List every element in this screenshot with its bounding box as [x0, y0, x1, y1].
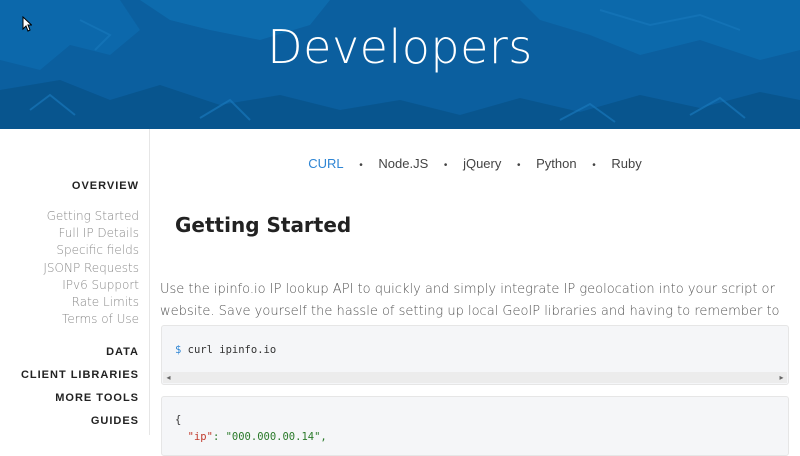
code-block-response[interactable]: { "ip": "000.000.00.14",: [161, 396, 789, 456]
code-line: "ip": "000.000.00.14",: [175, 431, 327, 443]
curl-command: curl ipinfo.io: [187, 344, 277, 356]
scroll-right-icon[interactable]: ▸: [776, 372, 787, 383]
code-block-curl[interactable]: $ curl ipinfo.io ◂ ▸: [161, 325, 789, 385]
scroll-left-icon[interactable]: ◂: [163, 372, 174, 383]
sidebar-overview-links: Getting Started Full IP Details Specific…: [43, 208, 139, 328]
tab-separator: •: [516, 160, 521, 171]
json-key: "ip": [187, 431, 213, 443]
tab-jquery[interactable]: jQuery: [463, 156, 501, 171]
json-value: : "000.000.00.14",: [212, 431, 327, 443]
tab-curl[interactable]: CURL: [308, 156, 343, 171]
sidebar-link-full-ip-details[interactable]: Full IP Details: [43, 225, 139, 242]
tab-ruby[interactable]: Ruby: [611, 156, 641, 171]
sidebar-item-overview[interactable]: OVERVIEW: [72, 180, 139, 192]
sidebar-link-terms-of-use[interactable]: Terms of Use: [43, 311, 139, 328]
sidebar-link-ipv6-support[interactable]: IPv6 Support: [43, 277, 139, 294]
code-line: {: [175, 414, 182, 426]
sidebar-link-rate-limits[interactable]: Rate Limits: [43, 294, 139, 311]
sidebar-item-data[interactable]: DATA: [106, 346, 139, 358]
horizontal-scrollbar[interactable]: ◂ ▸: [163, 372, 787, 383]
mouse-cursor-icon: [22, 16, 32, 32]
sidebar-item-more-tools[interactable]: MORE TOOLS: [55, 392, 139, 404]
shell-prompt: $: [175, 344, 182, 356]
sidebar-item-guides[interactable]: GUIDES: [91, 415, 139, 427]
section-heading: Getting Started: [175, 213, 352, 237]
tab-separator: •: [443, 160, 448, 171]
code-line: $ curl ipinfo.io: [175, 344, 276, 356]
sidebar-link-getting-started[interactable]: Getting Started: [43, 208, 139, 225]
main-content: CURL • Node.JS • jQuery • Python • Ruby …: [150, 129, 800, 456]
sidebar: OVERVIEW Getting Started Full IP Details…: [0, 129, 150, 435]
page-title: Developers: [267, 20, 533, 74]
sidebar-link-specific-fields[interactable]: Specific fields: [43, 242, 139, 259]
hero-banner: Developers: [0, 0, 800, 129]
tab-nodejs[interactable]: Node.JS: [378, 156, 428, 171]
tab-separator: •: [592, 160, 596, 171]
tab-python[interactable]: Python: [536, 156, 576, 171]
sidebar-item-client-libraries[interactable]: CLIENT LIBRARIES: [21, 369, 139, 381]
language-tabs: CURL • Node.JS • jQuery • Python • Ruby: [150, 156, 800, 171]
sidebar-link-jsonp-requests[interactable]: JSONP Requests: [43, 260, 139, 277]
tab-separator: •: [359, 160, 363, 171]
